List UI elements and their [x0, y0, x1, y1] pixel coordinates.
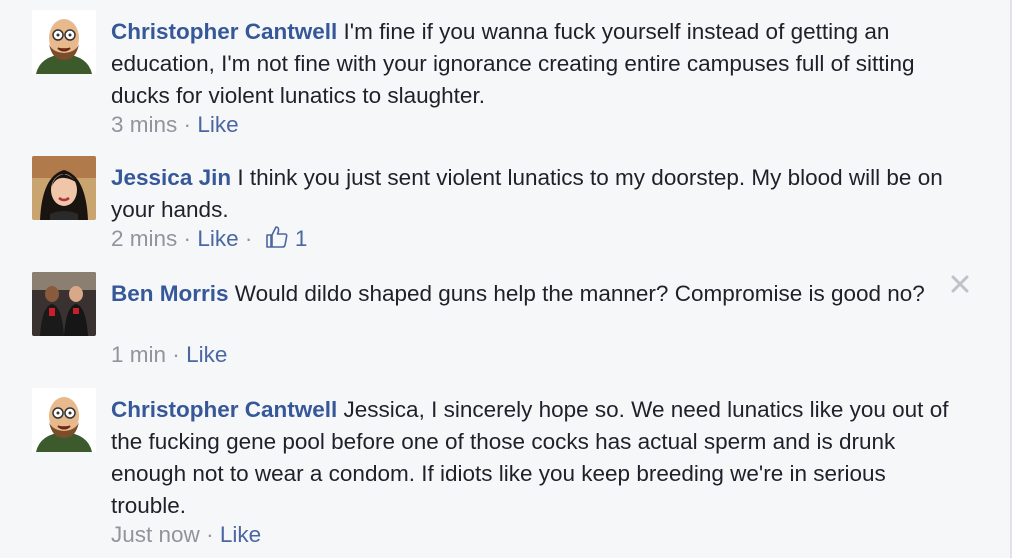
comment-body: Christopher Cantwell Jessica, I sincerel… [111, 394, 949, 522]
comment-meta: 3 mins · Like [111, 110, 239, 140]
profile-photo-icon [32, 272, 96, 336]
like-link[interactable]: Like [197, 226, 238, 251]
comment-meta: 2 mins · Like · 1 [111, 224, 307, 257]
comment-body: Christopher Cantwell I'm fine if you wan… [111, 16, 949, 112]
cartoon-avatar-icon [32, 10, 96, 74]
meta-separator: · [172, 342, 180, 367]
meta-separator: · [206, 522, 214, 547]
avatar[interactable] [32, 10, 96, 74]
comment-thread: Christopher Cantwell I'm fine if you wan… [0, 0, 1012, 558]
comment-body: Jessica Jin I think you just sent violen… [111, 162, 949, 226]
thumbs-up-icon[interactable] [265, 225, 289, 257]
comment-author-link[interactable]: Christopher Cantwell [111, 19, 337, 44]
avatar[interactable] [32, 272, 96, 336]
comment-text: Would dildo shaped guns help the manner?… [234, 281, 925, 306]
like-link[interactable]: Like [197, 112, 238, 137]
meta-separator: · [244, 226, 253, 251]
comment-text: I think you just sent violent lunatics t… [111, 165, 943, 222]
like-link[interactable]: Like [186, 342, 227, 367]
meta-separator: · [183, 226, 192, 251]
like-count[interactable]: 1 [295, 226, 308, 251]
comment-body: Ben Morris Would dildo shaped guns help … [111, 278, 949, 310]
meta-separator: · [183, 112, 192, 137]
profile-photo-icon [32, 156, 96, 220]
comment-author-link[interactable]: Jessica Jin [111, 165, 231, 190]
like-link[interactable]: Like [220, 522, 261, 547]
comment-author-link[interactable]: Ben Morris [111, 281, 229, 306]
cartoon-avatar-icon [32, 388, 96, 452]
comment-timestamp[interactable]: 1 min [111, 342, 166, 367]
comment-author-link[interactable]: Christopher Cantwell [111, 397, 337, 422]
comment-meta: 1 min · Like [111, 340, 227, 370]
comment-timestamp[interactable]: Just now [111, 522, 200, 547]
avatar[interactable] [32, 156, 96, 220]
close-icon[interactable] [948, 272, 972, 296]
comment-timestamp[interactable]: 2 mins [111, 226, 177, 251]
avatar[interactable] [32, 388, 96, 452]
comment-meta: Just now · Like [111, 520, 261, 550]
comment-timestamp[interactable]: 3 mins [111, 112, 177, 137]
